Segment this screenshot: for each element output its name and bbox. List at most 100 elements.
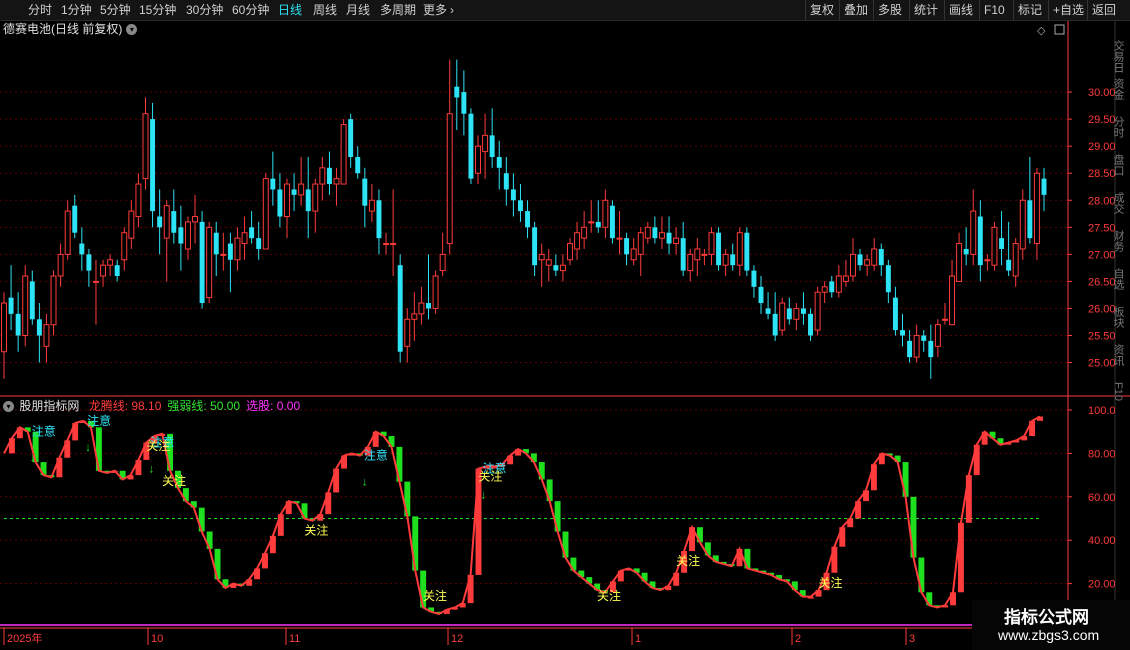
attention-label: 注意 xyxy=(364,448,388,463)
date-tick-label: 11 xyxy=(289,633,300,645)
period-tab-10[interactable]: 更多 xyxy=(423,0,447,20)
toolbar-button-1[interactable]: 叠加 xyxy=(839,0,872,20)
toolbar-button-8[interactable]: 返回 xyxy=(1087,0,1120,20)
candle-body xyxy=(1027,200,1033,239)
candle-body xyxy=(79,243,85,255)
date-tick-label: 3 xyxy=(909,633,915,645)
side-panel-label: 盘口 xyxy=(1112,153,1125,176)
candle-body xyxy=(8,297,14,314)
candle-body xyxy=(121,232,128,261)
indicator-name: 股朋指标网 xyxy=(19,399,80,413)
candle-body xyxy=(234,237,241,261)
candle-body xyxy=(772,313,778,336)
candle-body xyxy=(128,210,135,239)
window-icon xyxy=(1054,24,1065,35)
candle-body xyxy=(559,264,566,272)
period-tab-2[interactable]: 5分钟 xyxy=(100,0,131,20)
period-tab-5[interactable]: 60分钟 xyxy=(232,0,269,20)
candle-body xyxy=(553,265,559,271)
chevron-right-icon[interactable]: › xyxy=(450,0,454,20)
candle-body xyxy=(779,302,786,331)
toolbar-button-5[interactable]: F10 xyxy=(979,0,1009,20)
candle-body xyxy=(751,270,757,287)
candle-body xyxy=(262,178,269,250)
toolbar-button-7[interactable]: +自选 xyxy=(1048,0,1088,20)
candle-body xyxy=(765,308,771,314)
attention-arrow: ↓ xyxy=(85,440,91,454)
candle-body xyxy=(687,253,694,272)
toolbar-button-3[interactable]: 统计 xyxy=(909,0,942,20)
candle-body xyxy=(949,275,956,326)
candle-body xyxy=(970,210,977,255)
focus-label: 关注 xyxy=(676,553,700,568)
candle-body xyxy=(213,232,219,255)
period-tab-6[interactable]: 日线 xyxy=(278,0,302,20)
candle-body xyxy=(921,335,927,341)
focus-label: 关注 xyxy=(478,468,502,483)
candle-body xyxy=(850,253,856,277)
indicator-tick-label: 80.00 xyxy=(1088,448,1116,460)
side-panel-label: F10 xyxy=(1112,382,1124,401)
candle-body xyxy=(999,238,1005,249)
side-panel-label: 财务 xyxy=(1112,229,1125,252)
toolbar-button-4[interactable]: 画线 xyxy=(944,0,977,20)
candle-body xyxy=(864,259,871,266)
chevron-down-icon[interactable]: ▾ xyxy=(3,401,14,413)
candle-body xyxy=(786,308,792,320)
candle-body xyxy=(397,265,403,352)
candle-body xyxy=(29,281,35,320)
candle-body xyxy=(482,134,489,153)
period-tab-3[interactable]: 15分钟 xyxy=(139,0,176,20)
candle-body xyxy=(1041,178,1047,195)
toolbar-button-2[interactable]: 多股 xyxy=(873,0,906,20)
candle-body xyxy=(616,237,623,240)
period-tab-4[interactable]: 30分钟 xyxy=(186,0,223,20)
candle-body xyxy=(588,221,595,224)
period-tab-7[interactable]: 周线 xyxy=(313,0,337,20)
indicator-tick-label: 20.00 xyxy=(1088,579,1116,591)
toolbar-button-6[interactable]: 标记 xyxy=(1013,0,1046,20)
candle-body xyxy=(716,232,722,266)
chevron-down-icon[interactable]: ▾ xyxy=(126,24,138,36)
candle-body xyxy=(362,178,368,206)
toolbar: 分时 1分钟 5分钟 15分钟 30分钟 60分钟 日线 周线 月线 多周期 更多 › 复权 叠加 多股 统计… xyxy=(0,0,1130,21)
focus-label: 关注 xyxy=(597,588,621,603)
candle-body xyxy=(376,200,382,239)
candle-body xyxy=(673,237,680,245)
stock-title: 德赛电池(日线 前复权) xyxy=(3,22,123,36)
candle-body xyxy=(744,232,750,271)
candle-body xyxy=(284,183,290,217)
candle-body xyxy=(1,302,7,353)
watermark-title: 指标公式网 xyxy=(1004,608,1089,627)
indicator-title-bar: ▾ 股朋指标网 龙腾线: 98.10 强弱线: 50.00 选股: 0.00 xyxy=(0,398,300,414)
candle-body xyxy=(708,232,715,255)
indicator-tick-label: 60.00 xyxy=(1088,492,1116,504)
period-tab-0[interactable]: 分时 xyxy=(28,0,52,20)
candle-body xyxy=(340,124,347,185)
candle-body xyxy=(907,340,913,358)
candle-body xyxy=(532,227,538,266)
candle-body xyxy=(489,135,495,157)
date-tick-label: 2025年 xyxy=(7,631,42,645)
candle-body xyxy=(1006,259,1012,271)
period-tab-9[interactable]: 多周期 xyxy=(380,0,416,20)
candle-body xyxy=(64,210,71,255)
candle-body xyxy=(637,232,644,255)
period-tab-8[interactable]: 月线 xyxy=(346,0,370,20)
candle-body xyxy=(871,248,878,266)
price-tick-label: 25.50 xyxy=(1088,331,1116,343)
candle-body xyxy=(192,216,198,223)
period-tab-1[interactable]: 1分钟 xyxy=(61,0,92,20)
candle-body xyxy=(454,86,460,98)
toolbar-button-0[interactable]: 复权 xyxy=(805,0,838,20)
chart-canvas[interactable]: 30.0029.5029.0028.5028.0027.5027.0026.50… xyxy=(0,0,1130,650)
candle-body xyxy=(57,253,64,277)
candle-body xyxy=(517,200,523,212)
candle-body xyxy=(758,286,764,304)
attention-arrow: ↓ xyxy=(362,475,368,489)
candle-body xyxy=(913,335,920,358)
candle-body xyxy=(496,157,502,168)
candle-body xyxy=(956,243,963,282)
candle-body xyxy=(312,183,319,212)
candle-body xyxy=(963,248,969,255)
